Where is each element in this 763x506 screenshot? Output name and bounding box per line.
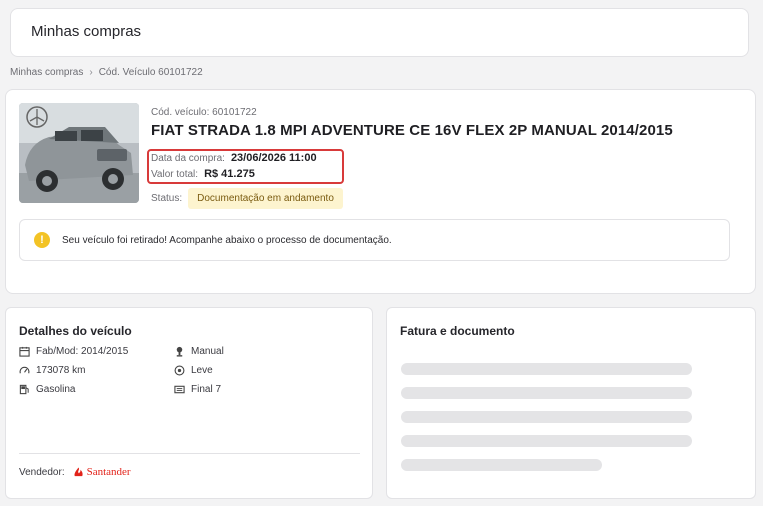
seller-logo: Santander — [73, 466, 131, 478]
speedometer-icon — [19, 366, 30, 374]
spec-plate-text: Final 7 — [191, 384, 222, 395]
info-alert: ! Seu veículo foi retirado! Acompanhe ab… — [19, 219, 730, 261]
total-value-row: Valor total: R$ 41.275 — [151, 168, 255, 180]
seller-name: Santander — [86, 466, 131, 478]
santander-flame-icon — [74, 466, 83, 476]
spec-year-text: Fab/Mod: 2014/2015 — [36, 346, 129, 357]
spec-transmission: Manual — [174, 346, 224, 357]
page-title: Minhas compras — [31, 23, 142, 40]
purchase-date-value: 23/06/2026 11:00 — [230, 152, 317, 164]
damage-icon — [174, 365, 185, 376]
total-value: R$ 41.275 — [204, 168, 255, 180]
breadcrumb-current: Cód. Veículo 60101722 — [98, 67, 203, 78]
warning-icon: ! — [34, 232, 50, 248]
vehicle-photo — [19, 103, 139, 203]
fuel-icon — [19, 384, 29, 395]
purchase-card: Cód. veículo: 60101722 FIAT STRADA 1.8 M… — [5, 89, 756, 294]
loading-placeholder — [401, 459, 602, 471]
spec-damage-text: Leve — [191, 365, 213, 376]
details-title: Detalhes do veículo — [19, 324, 132, 338]
loading-placeholder — [401, 387, 692, 399]
vehicle-title: FIAT STRADA 1.8 MPI ADVENTURE CE 16V FLE… — [151, 122, 673, 139]
spec-fuel-text: Gasolina — [36, 384, 76, 395]
vehicle-code: Cód. veículo: 60101722 — [151, 107, 257, 118]
gearshift-icon — [176, 346, 183, 357]
seller-label: Vendedor: — [19, 466, 65, 478]
spec-plate: Final 7 — [174, 384, 221, 395]
plate-icon — [174, 385, 185, 394]
alert-text: Seu veículo foi retirado! Acompanhe abai… — [62, 234, 392, 246]
loading-placeholder — [401, 435, 692, 447]
status-label: Status: — [151, 193, 183, 204]
loading-placeholder — [401, 411, 692, 423]
seller-row: Vendedor: Santander — [19, 466, 131, 478]
calendar-icon — [19, 346, 30, 357]
spec-transmission-text: Manual — [191, 346, 224, 357]
spec-fuel: Gasolina — [19, 384, 75, 395]
status-row: Status: Documentação em andamento — [151, 188, 343, 209]
purchase-date-row: Data da compra: 23/06/2026 11:00 — [151, 152, 317, 164]
spec-damage: Leve — [174, 365, 213, 376]
status-badge: Documentação em andamento — [188, 188, 343, 209]
invoice-document-card: Fatura e documento — [386, 307, 756, 499]
documents-title: Fatura e documento — [400, 324, 515, 338]
loading-placeholder — [401, 363, 692, 375]
breadcrumb-link-purchases[interactable]: Minhas compras — [10, 67, 83, 78]
purchase-date-label: Data da compra: — [151, 153, 225, 164]
page-header: Minhas compras — [10, 8, 749, 57]
vehicle-details-card: Detalhes do veículo Fab/Mod: 2014/2015 M… — [5, 307, 373, 499]
chevron-right-icon: › — [89, 67, 93, 78]
total-value-label: Valor total: — [151, 169, 199, 180]
breadcrumb: Minhas compras › Cód. Veículo 60101722 — [10, 67, 203, 78]
spec-mileage: 173078 km — [19, 365, 85, 376]
divider — [19, 453, 360, 454]
spec-mileage-text: 173078 km — [36, 365, 86, 376]
spec-year: Fab/Mod: 2014/2015 — [19, 346, 128, 357]
